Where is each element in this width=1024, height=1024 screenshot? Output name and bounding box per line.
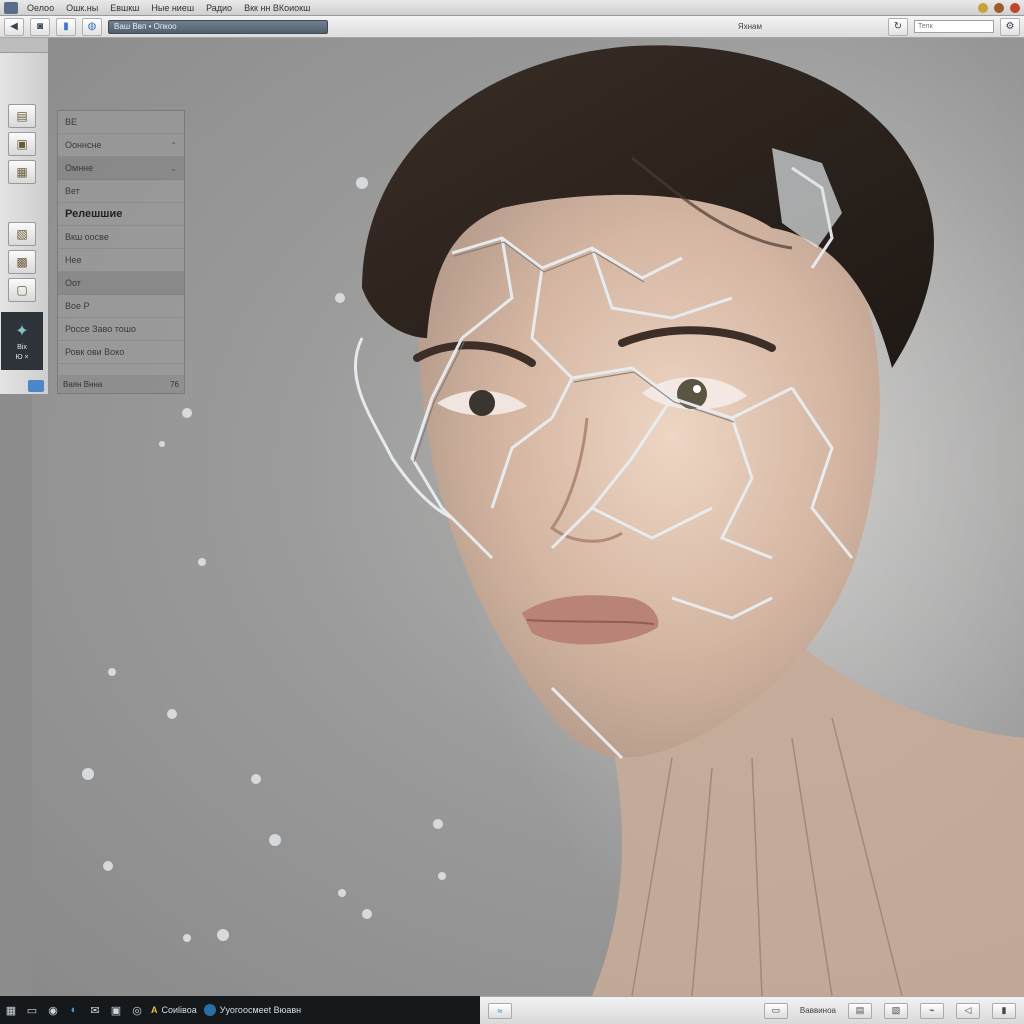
left-dock: ▤ ▣ ▦ ▧ ▩ ▢ ✦ Віх Ю × xyxy=(0,38,49,394)
status-wifi-icon[interactable]: ≈ xyxy=(488,1002,512,1019)
taskbar-item-2[interactable]: Ууогоосмееt Вюавн xyxy=(203,1004,301,1016)
panel-row-1[interactable]: Ооннсне ⌃ xyxy=(58,134,184,157)
bird-icon: ✦ xyxy=(15,323,29,340)
panel-row-8[interactable]: Вое Р xyxy=(58,295,184,318)
panel-footer: Ваян Внна 76 xyxy=(58,375,184,393)
globe-icon[interactable]: ◍ xyxy=(82,17,102,36)
search-input[interactable] xyxy=(914,20,994,33)
dock-active-app[interactable]: ✦ Віх Ю × xyxy=(1,312,43,370)
dock-header[interactable] xyxy=(0,38,48,53)
minimize-icon[interactable] xyxy=(978,2,988,13)
folder-icon[interactable]: ▤ xyxy=(8,104,36,128)
maximize-icon[interactable] xyxy=(994,2,1004,13)
status-battery-icon[interactable]: ▮ xyxy=(992,1002,1016,1019)
dock-active-bottom: Ю × xyxy=(15,354,29,361)
title-bar: Оелоо Ошк.ны Евшкш Ные ниеш Радио Вкк нн… xyxy=(0,0,1024,16)
back-icon[interactable]: ◀ xyxy=(4,17,24,36)
panel-footer-count: 76 xyxy=(170,379,179,389)
document-icon[interactable]: ▮ xyxy=(56,17,76,36)
chevron-up-icon: ⌃ xyxy=(170,140,177,150)
app-icon[interactable] xyxy=(4,1,18,14)
windows-icon[interactable]: ▦ xyxy=(4,1003,18,1017)
panel-row-2[interactable]: Омнне ⌄ xyxy=(58,157,184,180)
document-title: Яхнам xyxy=(737,22,762,31)
menu-item-4[interactable]: Ные ниеш xyxy=(148,3,197,13)
status-label: Ваввиноа xyxy=(799,1006,836,1015)
dock-active-top: Віх xyxy=(17,344,27,351)
menu-item-2[interactable]: Ошк.ны xyxy=(63,3,101,13)
panel-row-6[interactable]: Нее xyxy=(58,249,184,272)
status-folder-icon[interactable]: ▤ xyxy=(848,1002,872,1019)
status-link-icon[interactable]: ⌁ xyxy=(920,1002,944,1019)
edge-icon[interactable]: ◐ xyxy=(67,1003,81,1017)
panel-header[interactable]: ВЕ xyxy=(58,111,184,134)
panel-row-3[interactable]: Вет xyxy=(58,180,184,203)
chevron-down-icon: ⌄ xyxy=(170,163,177,173)
panel-row-10[interactable]: Ровк ови Воко xyxy=(58,341,184,364)
task-view-icon[interactable]: ▭ xyxy=(25,1003,39,1017)
address-bar[interactable]: Ваш Ввп • Опкоо xyxy=(108,19,328,34)
panel-row-4[interactable]: Релешшие xyxy=(58,203,184,226)
panel-row-7[interactable]: Оот xyxy=(58,272,184,295)
panel-row-5[interactable]: Вкш оосве xyxy=(58,226,184,249)
image-icon[interactable]: ▧ xyxy=(8,222,36,246)
layers-panel: ВЕ Ооннсне ⌃ Омнне ⌄ Вет Релешшие Вкш оосв… xyxy=(57,110,185,394)
status-bar: ≈ ▭ Ваввиноа ▤ ▧ ⌁ ◁ ▮ xyxy=(480,996,1024,1024)
taskbar-item-1[interactable]: A Соиlівоа xyxy=(151,1005,197,1015)
mail-icon[interactable]: ✉ xyxy=(88,1003,102,1017)
box-icon[interactable]: ▣ xyxy=(8,132,36,156)
panel-footer-label: Ваян Внна xyxy=(63,379,103,389)
menu-item-6[interactable]: Вкк нн ВКоиокш xyxy=(241,3,313,13)
close-icon[interactable] xyxy=(1010,2,1020,13)
status-file-icon[interactable]: ▭ xyxy=(763,1002,788,1019)
status-image-icon[interactable]: ▧ xyxy=(884,1002,908,1019)
toolbar: ◀ ◙ ▮ ◍ Ваш Ввп • Опкоо Яхнам ↻ ⚙ xyxy=(0,16,1024,38)
menu-item-1[interactable]: Оелоо xyxy=(24,3,57,13)
app-b-icon xyxy=(203,1004,216,1016)
settings-icon[interactable]: ⚙ xyxy=(1000,17,1020,36)
store-icon[interactable]: ▣ xyxy=(109,1003,123,1017)
package-icon[interactable]: ▦ xyxy=(8,160,36,184)
menu-item-3[interactable]: Евшкш xyxy=(107,3,142,13)
record-icon[interactable]: ◎ xyxy=(130,1003,144,1017)
browser-icon[interactable]: ◉ xyxy=(46,1003,60,1017)
frame-icon[interactable]: ▢ xyxy=(8,278,36,302)
refresh-icon[interactable]: ↻ xyxy=(888,17,908,36)
taskbar: ▦ ▭ ◉ ◐ ✉ ▣ ◎ A Соиlівоа Ууогоосмееt Вюа… xyxy=(0,996,480,1024)
camera-icon[interactable]: ◙ xyxy=(30,17,50,36)
car-icon[interactable]: ▩ xyxy=(8,250,36,274)
panel-row-9[interactable]: Россе Заво тошо xyxy=(58,318,184,341)
app-a-icon: A xyxy=(151,1005,158,1015)
menu-item-5[interactable]: Радио xyxy=(203,3,235,13)
dock-foot-icon[interactable] xyxy=(28,380,44,392)
status-volume-icon[interactable]: ◁ xyxy=(956,1002,980,1019)
